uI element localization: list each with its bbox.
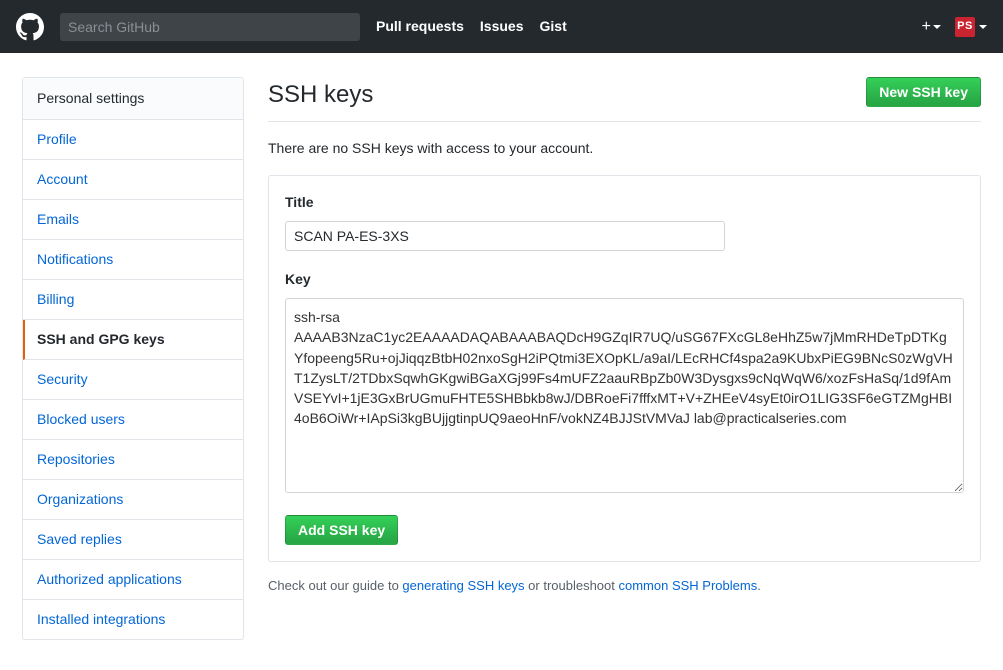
header-actions: + PS xyxy=(922,15,987,39)
sidebar-item-billing[interactable]: Billing xyxy=(23,280,243,320)
add-ssh-key-button[interactable]: Add SSH key xyxy=(285,515,398,545)
link-generating-ssh-keys[interactable]: generating SSH keys xyxy=(402,578,524,593)
ssh-key-textarea[interactable]: ssh-rsa AAAAB3NzaC1yc2EAAAADAQABAAABAQDc… xyxy=(285,298,964,493)
page-title: SSH keys xyxy=(268,77,373,113)
search-input[interactable] xyxy=(60,13,360,41)
title-label: Title xyxy=(285,192,964,213)
caret-down-icon xyxy=(979,25,987,29)
help-footer: Check out our guide to generating SSH ke… xyxy=(268,576,981,596)
sidebar-item-emails[interactable]: Emails xyxy=(23,200,243,240)
sidebar-item-saved-replies[interactable]: Saved replies xyxy=(23,520,243,560)
mark-github-icon xyxy=(16,13,44,41)
sidebar-item-profile[interactable]: Profile xyxy=(23,120,243,160)
page-header: SSH keys New SSH key xyxy=(268,77,981,122)
sidebar-item-blocked-users[interactable]: Blocked users xyxy=(23,400,243,440)
nav-gist[interactable]: Gist xyxy=(540,16,567,37)
settings-sidebar: Personal settings Profile Account Emails… xyxy=(22,77,244,640)
sidebar-item-notifications[interactable]: Notifications xyxy=(23,240,243,280)
main-content: SSH keys New SSH key There are no SSH ke… xyxy=(268,77,981,640)
nav-pull-requests[interactable]: Pull requests xyxy=(376,16,464,37)
nav-issues[interactable]: Issues xyxy=(480,16,524,37)
new-ssh-key-button[interactable]: New SSH key xyxy=(866,77,981,107)
github-logo[interactable] xyxy=(16,13,44,41)
key-label: Key xyxy=(285,269,964,290)
footer-text-suffix: . xyxy=(757,578,761,593)
create-new-dropdown[interactable]: + xyxy=(922,15,941,39)
primary-nav: Pull requests Issues Gist xyxy=(376,16,567,37)
footer-text-middle: or troubleshoot xyxy=(525,578,619,593)
add-ssh-key-form: Title Key ssh-rsa AAAAB3NzaC1yc2EAAAADAQ… xyxy=(268,175,981,562)
sidebar-item-security[interactable]: Security xyxy=(23,360,243,400)
sidebar-item-ssh-gpg-keys: SSH and GPG keys xyxy=(23,320,243,360)
caret-down-icon xyxy=(933,25,941,29)
link-common-ssh-problems[interactable]: common SSH Problems xyxy=(619,578,758,593)
sidebar-item-account[interactable]: Account xyxy=(23,160,243,200)
ssh-key-title-input[interactable] xyxy=(285,221,725,251)
footer-text-prefix: Check out our guide to xyxy=(268,578,402,593)
sidebar-item-installed-integrations[interactable]: Installed integrations xyxy=(23,600,243,639)
empty-state-text: There are no SSH keys with access to you… xyxy=(268,138,981,159)
user-menu[interactable]: PS xyxy=(955,17,987,37)
plus-icon: + xyxy=(922,15,931,39)
main-header: Pull requests Issues Gist + PS xyxy=(0,0,1003,53)
sidebar-item-repositories[interactable]: Repositories xyxy=(23,440,243,480)
sidebar-item-organizations[interactable]: Organizations xyxy=(23,480,243,520)
sidebar-item-authorized-applications[interactable]: Authorized applications xyxy=(23,560,243,600)
sidebar-heading: Personal settings xyxy=(23,78,243,120)
avatar: PS xyxy=(955,17,975,37)
